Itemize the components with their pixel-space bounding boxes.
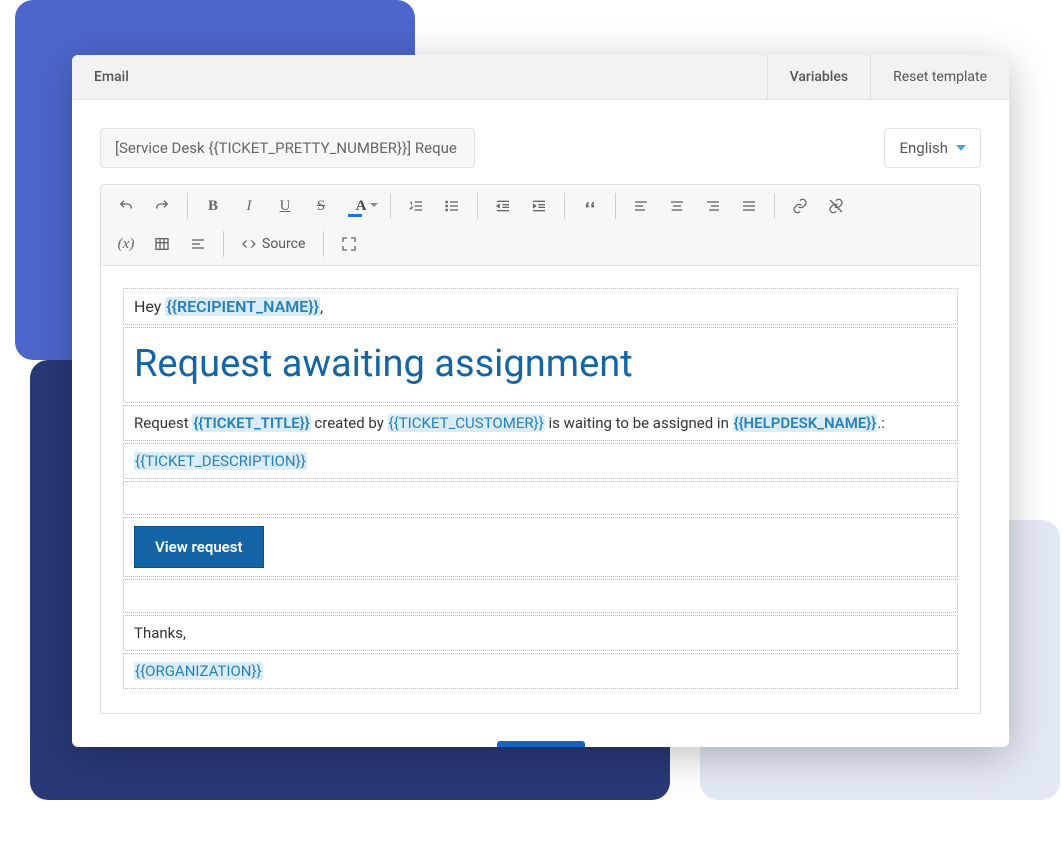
toolbar-separator bbox=[223, 231, 224, 257]
text: Request bbox=[134, 414, 192, 432]
button-row[interactable]: View request bbox=[123, 517, 958, 577]
ticket-title-var[interactable]: {{TICKET_TITLE}} bbox=[192, 414, 310, 432]
org-line[interactable]: {{ORGANIZATION}} bbox=[123, 653, 958, 689]
editor-toolbar: B I U S A bbox=[100, 184, 981, 266]
unlink-button[interactable] bbox=[819, 189, 853, 223]
description-line[interactable]: {{TICKET_DESCRIPTION}} bbox=[123, 443, 958, 479]
tab-reset-template[interactable]: Reset template bbox=[870, 55, 1009, 99]
align-right-button[interactable] bbox=[696, 189, 730, 223]
email-title[interactable]: Request awaiting assignment bbox=[123, 327, 958, 403]
ticket-customer-var[interactable]: {{TICKET_CUSTOMER}} bbox=[388, 414, 545, 432]
header-bar: Email Variables Reset template bbox=[72, 55, 1009, 100]
body-line-1[interactable]: Request {{TICKET_TITLE}} created by {{TI… bbox=[123, 405, 958, 441]
paragraph-align-button[interactable] bbox=[181, 227, 215, 261]
footer-accent bbox=[497, 741, 585, 747]
text-color-button[interactable]: A bbox=[340, 189, 382, 223]
source-label: Source bbox=[262, 236, 305, 252]
tab-variables[interactable]: Variables bbox=[767, 55, 870, 99]
language-select[interactable]: English bbox=[884, 128, 981, 168]
toolbar-separator bbox=[187, 193, 188, 219]
text: is waiting to be assigned in bbox=[545, 414, 733, 432]
outdent-button[interactable] bbox=[486, 189, 520, 223]
toolbar-separator bbox=[564, 193, 565, 219]
source-button[interactable]: Source bbox=[232, 227, 315, 261]
ordered-list-button[interactable] bbox=[399, 189, 433, 223]
helpdesk-name-var[interactable]: {{HELPDESK_NAME}} bbox=[733, 414, 878, 432]
greeting-prefix: Hey bbox=[134, 297, 165, 316]
maximize-button[interactable] bbox=[332, 227, 366, 261]
toolbar-separator bbox=[323, 231, 324, 257]
greeting-line[interactable]: Hey {{RECIPIENT_NAME}}, bbox=[123, 288, 958, 325]
insert-variable-button[interactable]: (x) bbox=[109, 227, 143, 261]
table-button[interactable] bbox=[145, 227, 179, 261]
align-center-button[interactable] bbox=[660, 189, 694, 223]
indent-button[interactable] bbox=[522, 189, 556, 223]
chevron-down-icon bbox=[956, 145, 966, 151]
align-left-button[interactable] bbox=[624, 189, 658, 223]
align-justify-button[interactable] bbox=[732, 189, 766, 223]
text: .: bbox=[877, 414, 885, 432]
subject-input[interactable]: [Service Desk {{TICKET_PRETTY_NUMBER}}] … bbox=[100, 128, 475, 168]
view-request-button[interactable]: View request bbox=[134, 526, 264, 568]
spacer-cell[interactable] bbox=[123, 481, 958, 515]
organization-var[interactable]: {{ORGANIZATION}} bbox=[134, 662, 263, 680]
greeting-suffix: , bbox=[320, 297, 323, 316]
unordered-list-button[interactable] bbox=[435, 189, 469, 223]
italic-button[interactable]: I bbox=[232, 189, 266, 223]
code-icon bbox=[242, 237, 256, 251]
toolbar-separator bbox=[477, 193, 478, 219]
template-editor-panel: Email Variables Reset template [Service … bbox=[72, 55, 1009, 747]
editor-content[interactable]: Hey {{RECIPIENT_NAME}}, Request awaiting… bbox=[100, 266, 981, 714]
tab-email[interactable]: Email bbox=[72, 55, 767, 99]
text: created by bbox=[311, 414, 388, 432]
bold-button[interactable]: B bbox=[196, 189, 230, 223]
toolbar-separator bbox=[390, 193, 391, 219]
spacer-cell[interactable] bbox=[123, 579, 958, 613]
toolbar-separator bbox=[615, 193, 616, 219]
rich-text-editor: B I U S A bbox=[100, 184, 981, 714]
undo-button[interactable] bbox=[109, 189, 143, 223]
underline-button[interactable]: U bbox=[268, 189, 302, 223]
recipient-name-var[interactable]: {{RECIPIENT_NAME}} bbox=[165, 297, 320, 316]
ticket-description-var[interactable]: {{TICKET_DESCRIPTION}} bbox=[134, 452, 307, 470]
link-button[interactable] bbox=[783, 189, 817, 223]
thanks-line[interactable]: Thanks, bbox=[123, 615, 958, 651]
top-row: [Service Desk {{TICKET_PRETTY_NUMBER}}] … bbox=[100, 128, 981, 168]
redo-button[interactable] bbox=[145, 189, 179, 223]
blockquote-button[interactable] bbox=[573, 189, 607, 223]
language-label: English bbox=[899, 139, 948, 157]
strikethrough-button[interactable]: S bbox=[304, 189, 338, 223]
editor-body-area: [Service Desk {{TICKET_PRETTY_NUMBER}}] … bbox=[72, 100, 1009, 742]
toolbar-separator bbox=[774, 193, 775, 219]
